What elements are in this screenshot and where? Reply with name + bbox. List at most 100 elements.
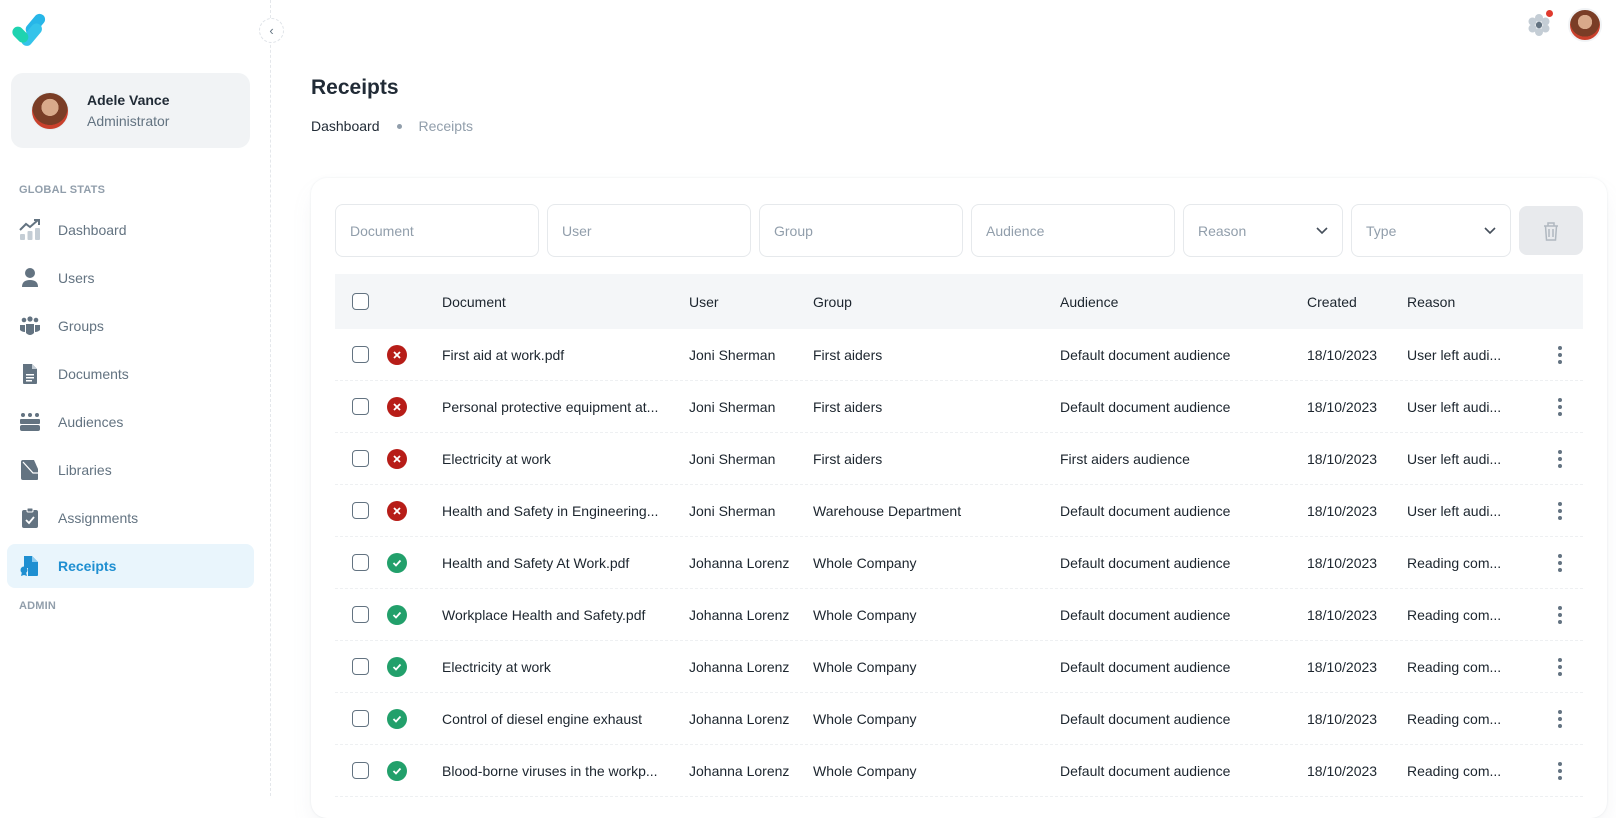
table-row[interactable]: Health and Safety in Engineering... Joni … — [335, 485, 1583, 537]
cell-created: 18/10/2023 — [1307, 762, 1378, 779]
cell-reason: User left audi... — [1407, 398, 1502, 415]
notification-badge — [1546, 10, 1553, 17]
table-row[interactable]: Control of diesel engine exhaust Johanna … — [335, 693, 1583, 745]
column-header-group[interactable]: Group — [813, 294, 1060, 310]
reason-filter-select[interactable]: Reason — [1183, 204, 1343, 257]
more-vertical-icon[interactable] — [1558, 501, 1562, 520]
receipts-table: Document User Group Audience Created Rea… — [335, 274, 1583, 797]
cell-audience: Default document audience — [1060, 346, 1231, 363]
sidebar-item-audiences[interactable]: Audiences — [7, 400, 254, 444]
cell-group: Whole Company — [813, 554, 917, 571]
document-icon — [19, 363, 41, 385]
row-checkbox[interactable] — [352, 606, 369, 623]
table-row[interactable]: Electricity at work Johanna Lorenz Whole C… — [335, 641, 1583, 693]
sidebar-item-label: Audiences — [58, 414, 124, 430]
breadcrumb-dashboard[interactable]: Dashboard — [311, 118, 380, 134]
audience-filter-input[interactable]: Audience — [971, 204, 1175, 257]
column-header-created[interactable]: Created — [1307, 294, 1407, 310]
row-checkbox[interactable] — [352, 658, 369, 675]
more-vertical-icon[interactable] — [1558, 605, 1562, 624]
cell-created: 18/10/2023 — [1307, 346, 1378, 363]
user-card[interactable]: Adele Vance Administrator — [11, 73, 250, 148]
document-filter-input[interactable]: Document — [335, 204, 539, 257]
user-filter-input[interactable]: User — [547, 204, 751, 257]
cell-user: Johanna Lorenz — [689, 554, 790, 571]
more-vertical-icon[interactable] — [1558, 709, 1562, 728]
table-row[interactable]: Blood-borne viruses in the workp... Johan… — [335, 745, 1583, 797]
more-vertical-icon[interactable] — [1558, 345, 1562, 364]
section-label-admin: ADMIN — [19, 600, 57, 612]
more-vertical-icon[interactable] — [1558, 397, 1562, 416]
delete-button[interactable] — [1519, 206, 1583, 255]
error-circle-icon — [387, 448, 407, 469]
cell-created: 18/10/2023 — [1307, 450, 1378, 467]
cell-audience: Default document audience — [1060, 554, 1231, 571]
cell-group: Whole Company — [813, 710, 917, 727]
sidebar-item-receipts[interactable]: Receipts — [7, 544, 254, 588]
sidebar-item-label: Groups — [58, 318, 104, 334]
cell-document: First aid at work.pdf — [442, 346, 565, 363]
row-checkbox[interactable] — [352, 762, 369, 779]
cell-group: Whole Company — [813, 606, 917, 623]
cell-audience: Default document audience — [1060, 502, 1231, 519]
user-role: Administrator — [87, 113, 170, 129]
more-vertical-icon[interactable] — [1558, 553, 1562, 572]
cell-audience: First aiders audience — [1060, 450, 1190, 467]
cell-group: Warehouse Department — [813, 502, 962, 519]
sidebar-item-users[interactable]: Users — [7, 256, 254, 300]
column-header-document[interactable]: Document — [442, 294, 689, 310]
sidebar-item-documents[interactable]: Documents — [7, 352, 254, 396]
receipt-icon — [19, 555, 41, 577]
cell-document: Health and Safety in Engineering... — [442, 502, 659, 519]
sidebar-item-assignments[interactable]: Assignments — [7, 496, 254, 540]
account-avatar[interactable] — [1568, 8, 1602, 42]
breadcrumb: Dashboard Receipts — [311, 118, 473, 134]
sidebar-item-label: Receipts — [58, 558, 117, 574]
cell-group: Whole Company — [813, 762, 917, 779]
sidebar-item-groups[interactable]: Groups — [7, 304, 254, 348]
row-checkbox[interactable] — [352, 346, 369, 363]
type-filter-select[interactable]: Type — [1351, 204, 1511, 257]
check-circle-icon — [387, 604, 407, 625]
cell-user: Joni Sherman — [689, 450, 776, 467]
table-row[interactable]: First aid at work.pdf Joni Sherman First a… — [335, 329, 1583, 381]
check-circle-icon — [387, 708, 407, 729]
more-vertical-icon[interactable] — [1558, 449, 1562, 468]
collapse-sidebar-button[interactable]: ‹ — [259, 18, 284, 43]
library-icon — [19, 459, 41, 481]
table-row[interactable]: Health and Safety At Work.pdf Johanna Lor… — [335, 537, 1583, 589]
app-logo[interactable] — [12, 10, 52, 50]
cell-audience: Default document audience — [1060, 606, 1231, 623]
cell-reason: Reading com... — [1407, 658, 1502, 675]
cell-audience: Default document audience — [1060, 398, 1231, 415]
table-row[interactable]: Electricity at work Joni Sherman First aid… — [335, 433, 1583, 485]
row-checkbox[interactable] — [352, 502, 369, 519]
more-vertical-icon[interactable] — [1558, 657, 1562, 676]
error-circle-icon — [387, 344, 407, 365]
cell-document: Electricity at work — [442, 658, 551, 675]
group-filter-input[interactable]: Group — [759, 204, 963, 257]
sidebar-item-libraries[interactable]: Libraries — [7, 448, 254, 492]
column-header-reason[interactable]: Reason — [1407, 294, 1537, 310]
check-circle-icon — [387, 760, 407, 781]
column-header-audience[interactable]: Audience — [1060, 294, 1307, 310]
more-vertical-icon[interactable] — [1558, 761, 1562, 780]
row-checkbox[interactable] — [352, 554, 369, 571]
sidebar-item-dashboard[interactable]: Dashboard — [7, 208, 254, 252]
row-checkbox[interactable] — [352, 710, 369, 727]
cell-created: 18/10/2023 — [1307, 398, 1378, 415]
cell-document: Electricity at work — [442, 450, 551, 467]
placeholder: Type — [1366, 222, 1397, 239]
row-checkbox[interactable] — [352, 398, 369, 415]
cell-reason: User left audi... — [1407, 502, 1502, 519]
avatar — [31, 91, 69, 130]
cell-reason: Reading com... — [1407, 554, 1502, 571]
column-header-user[interactable]: User — [689, 294, 813, 310]
select-all-checkbox[interactable] — [352, 293, 369, 310]
page-title: Receipts — [311, 76, 399, 99]
table-row[interactable]: Workplace Health and Safety.pdf Johanna L… — [335, 589, 1583, 641]
table-row[interactable]: Personal protective equipment at... Joni … — [335, 381, 1583, 433]
cell-reason: Reading com... — [1407, 710, 1502, 727]
cell-group: Whole Company — [813, 658, 917, 675]
row-checkbox[interactable] — [352, 450, 369, 467]
